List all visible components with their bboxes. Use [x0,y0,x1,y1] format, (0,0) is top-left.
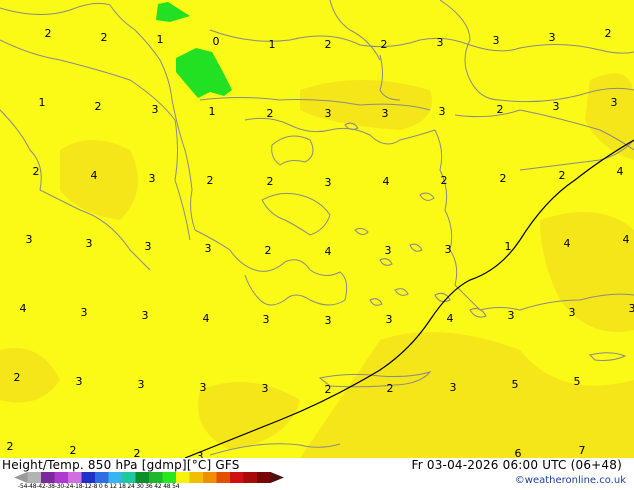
value-label: 3 [437,36,444,49]
value-label: 4 [617,165,624,178]
value-label: 3 [86,237,93,250]
value-label: 2 [387,382,394,395]
colorbar-swatch [162,472,177,483]
value-label: 3 [382,107,389,120]
value-label: 3 [611,96,618,109]
value-label: 3 [142,309,149,322]
value-label: 3 [200,381,207,394]
value-label: 2 [267,107,274,120]
value-label: 6 [515,447,522,458]
value-label: 1 [209,105,216,118]
colorbar-swatch [68,472,82,483]
value-label: 4 [20,302,27,315]
map-footer: Height/Temp. 850 hPa [gdmp][°C] GFS Fr 0… [0,458,634,490]
colorbar-swatch [27,472,42,483]
value-label: 3 [386,313,393,326]
value-label: 3 [553,100,560,113]
value-label: 2 [381,38,388,51]
colorbar [14,472,284,483]
value-label: 3 [149,172,156,185]
colorbar-swatch [81,472,96,483]
colorbar-swatch [122,472,136,483]
colorbar-swatch [149,472,163,483]
value-label: 2 [559,169,566,182]
value-label: 3 [205,242,212,255]
value-label: 2 [497,103,504,116]
value-label: 3 [325,107,332,120]
value-label: 3 [262,382,269,395]
value-label: 4 [564,237,571,250]
value-label: 7 [579,444,586,457]
value-label: 3 [549,31,556,44]
colorbar-swatch [108,472,123,483]
value-label: 4 [203,312,210,325]
value-label: 1 [157,33,164,46]
value-label: 3 [76,375,83,388]
value-label: 3 [197,450,204,458]
valid-time: Fr 03-04-2026 06:00 UTC (06+48) [411,458,622,472]
colorbar-swatch [257,472,271,483]
colorbar-ticks: -54-48-42-38-30-24-18-12-8 0 6 12 18 24 … [18,483,180,490]
value-label: 3 [81,306,88,319]
value-label: 3 [325,176,332,189]
value-label: 2 [207,174,214,187]
value-label: 2 [95,100,102,113]
value-label: 4 [91,169,98,182]
value-label: 3 [450,381,457,394]
value-label: 3 [439,105,446,118]
value-label: 2 [325,38,332,51]
colorbar-swatch [270,472,284,483]
value-label: 4 [623,233,630,246]
value-label: 2 [441,174,448,187]
value-label: 4 [383,175,390,188]
colorbar-swatch [135,472,150,483]
value-label: 3 [445,243,452,256]
colorbar-swatch [216,472,231,483]
value-label: 3 [145,240,152,253]
value-label: 3 [569,306,576,319]
value-label: 3 [138,378,145,391]
value-label: 0 [213,35,220,48]
value-label: 4 [325,245,332,258]
map-title: Height/Temp. 850 hPa [gdmp][°C] GFS [2,458,240,472]
value-label: 2 [7,440,14,453]
weather-map: 2 2 1 0 1 2 2 3 3 3 2 1 2 3 1 2 3 3 3 2 3 3 2 4 3 2 2 3 4 2 2 2 4 3 3 3 3 2 4 3… [0,0,634,458]
value-label: 2 [70,444,77,457]
value-label: 2 [500,172,507,185]
value-label: 2 [265,244,272,257]
value-label: 1 [269,38,276,51]
value-label: 2 [33,165,40,178]
value-label: 5 [512,378,519,391]
value-label: 4 [447,312,454,325]
map-canvas: 2 2 1 0 1 2 2 3 3 3 2 1 2 3 1 2 3 3 3 2 3 3 2 4 3 2 2 3 4 2 2 2 4 3 3 3 3 2 4 3… [0,0,634,458]
value-label: 1 [505,240,512,253]
value-label: 3 [263,313,270,326]
value-label: 3 [508,309,515,322]
value-label: 2 [605,27,612,40]
value-label: 3 [385,244,392,257]
value-label: 2 [325,383,332,396]
value-label: 2 [267,175,274,188]
credit-link[interactable]: ©weatheronline.co.uk [515,475,626,486]
colorbar-swatch [176,472,190,483]
colorbar-swatch [41,472,55,483]
value-label: 3 [629,302,634,315]
colorbar-swatch [95,472,109,483]
value-label: 3 [152,103,159,116]
value-label: 2 [134,447,141,458]
value-label: 2 [101,31,108,44]
colorbar-swatch [243,472,258,483]
value-label: 2 [45,27,52,40]
colorbar-swatch [230,472,244,483]
colorbar-swatch [14,472,28,483]
value-label: 3 [493,34,500,47]
value-label: 2 [14,371,21,384]
value-label: 3 [325,314,332,327]
colorbar-swatch [54,472,69,483]
value-label: 3 [26,233,33,246]
value-label: 1 [39,96,46,109]
colorbar-swatch [189,472,204,483]
value-label: 5 [574,375,581,388]
colorbar-swatch [203,472,217,483]
